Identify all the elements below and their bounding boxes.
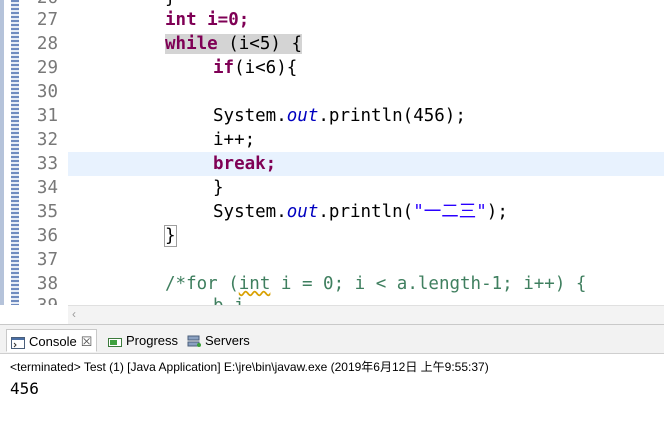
code-editor[interactable]: 26 27 28 29 30 31 32 33 34 35 36 37 38 3… [0, 0, 664, 305]
line-number: 28 [36, 34, 58, 54]
editor-vertical-ruler [11, 0, 19, 305]
code-line: } [68, 176, 664, 200]
line-number-gutter: 26 27 28 29 30 31 32 33 34 35 36 37 38 3… [22, 0, 58, 305]
line-number: 34 [36, 178, 58, 198]
code-line: int i=0; [68, 8, 664, 32]
line-number: 33 [36, 154, 58, 174]
code-line-36: } [164, 225, 177, 247]
code-line: System.out.println("一二三"); [68, 200, 664, 224]
code-line-31: System.out.println(456); [213, 106, 466, 126]
code-line: if(i<6){ [68, 56, 664, 80]
code-line: /*for (int i = 0; i < a.length-1; i++) { [68, 272, 664, 296]
line-number: 35 [36, 202, 58, 222]
current-code-line: break; [68, 152, 664, 176]
tab-label: Servers [205, 333, 250, 348]
code-line: while (i<5) { [68, 32, 664, 56]
line-number: 29 [36, 58, 58, 78]
editor-horizontal-scrollbar[interactable]: ‹ [68, 305, 664, 324]
code-text: } [165, 0, 176, 8]
code-line-27: int i=0; [165, 10, 250, 30]
code-area[interactable]: } int i=0; while (i<5) { if(i<6){ System… [68, 0, 664, 305]
console-icon [11, 336, 25, 349]
code-line-29: if(i<6){ [213, 58, 298, 78]
console-status-line: <terminated> Test (1) [Java Application]… [10, 360, 489, 374]
tab-label: Progress [126, 333, 179, 348]
line-number: 36 [36, 226, 58, 246]
code-line-28: while (i<5) { [165, 34, 302, 54]
tab-progress[interactable]: Progress [104, 329, 182, 352]
code-line-38: /*for (int i = 0; i < a.length-1; i++) { [165, 274, 587, 294]
close-icon[interactable]: ☒ [81, 334, 93, 349]
line-number: 30 [36, 82, 58, 102]
code-line-33: break; [213, 154, 277, 174]
line-number: 32 [36, 130, 58, 150]
line-number: 27 [36, 10, 58, 30]
code-line: i++; [68, 128, 664, 152]
code-line: b i [68, 294, 664, 305]
code-line-35: System.out.println("一二三"); [213, 202, 508, 222]
code-text: b i [213, 296, 245, 305]
editor-left-ruler [0, 0, 4, 305]
progress-icon [108, 337, 122, 347]
view-tab-bar: Console ☒ Progress Servers [0, 325, 664, 354]
code-line: System.out.println(456); [68, 104, 664, 128]
line-number: 26 [22, 0, 58, 8]
console-output[interactable]: 456 [10, 379, 39, 398]
tab-servers[interactable]: Servers [183, 329, 254, 352]
line-number: 37 [36, 250, 58, 270]
code-line: } [68, 224, 664, 248]
code-line-32: i++; [213, 130, 256, 150]
scroll-left-icon[interactable]: ‹ [72, 307, 76, 321]
line-number: 38 [36, 274, 58, 294]
servers-icon [187, 335, 201, 348]
tab-label: Console [29, 334, 77, 349]
line-number: 39 [22, 296, 58, 305]
code-line-34: } [213, 178, 224, 198]
tab-console[interactable]: Console ☒ [6, 329, 98, 352]
console-view: Console ☒ Progress Servers <terminated> T… [0, 324, 664, 432]
line-number: 31 [36, 106, 58, 126]
